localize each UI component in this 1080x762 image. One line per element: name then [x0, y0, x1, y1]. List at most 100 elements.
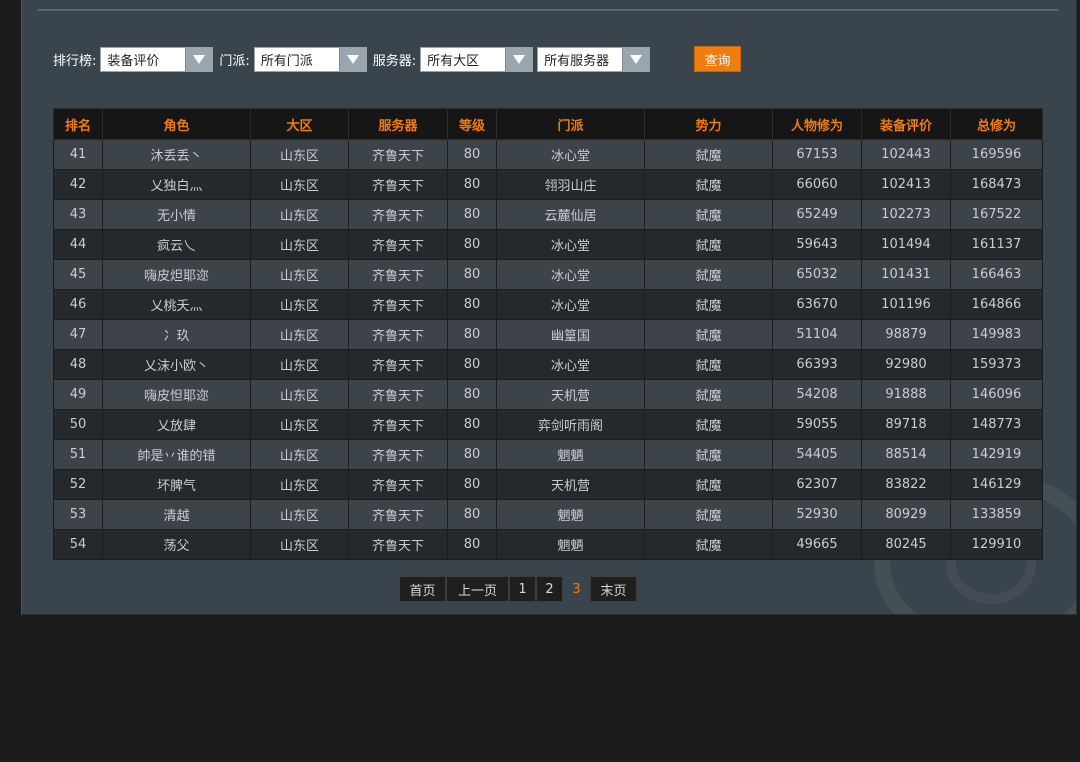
- equipment-score-cell: 91888: [861, 379, 951, 410]
- table-row: 48 乂沫小欧丶 山东区 齐鲁天下 80 冰心堂 弑魔 66393 92980 159373: [53, 349, 1043, 380]
- chevron-down-icon[interactable]: [338, 48, 366, 71]
- sect-cell: 冰心堂: [496, 289, 645, 320]
- level-cell: 80: [447, 319, 497, 350]
- sect-cell: 魍魉: [496, 499, 645, 530]
- table-row: 52 坏脾气 山东区 齐鲁天下 80 天机营 弑魔 62307 83822 146129: [53, 469, 1043, 500]
- region-cell: 山东区: [250, 469, 349, 500]
- level-cell: 80: [447, 169, 497, 200]
- ranking-select-value: 装备评价: [107, 54, 160, 69]
- level-cell: 80: [447, 499, 497, 530]
- chevron-down-icon[interactable]: [185, 48, 213, 71]
- level-cell: 80: [447, 349, 497, 380]
- level-cell: 80: [447, 439, 497, 470]
- total-cultivation-cell: 164866: [950, 289, 1043, 320]
- cultivation-cell: 54208: [772, 379, 862, 410]
- region-cell: 山东区: [250, 409, 349, 440]
- faction-cell: 弑魔: [644, 499, 773, 530]
- cultivation-cell: 52930: [772, 499, 862, 530]
- equipment-score-cell: 83822: [861, 469, 951, 500]
- server-cell: 齐鲁天下: [348, 199, 448, 230]
- server-cell: 齐鲁天下: [348, 139, 448, 170]
- equipment-score-cell: 102273: [861, 199, 951, 230]
- region-select-value: 所有大区: [427, 54, 480, 69]
- rank-cell: 44: [53, 229, 103, 260]
- rank-cell: 52: [53, 469, 103, 500]
- filter-bar: 排行榜: 装备评价 门派: 所有门派 服务器: 所有大区 所有服务器: [53, 46, 651, 73]
- equipment-score-cell: 102413: [861, 169, 951, 200]
- server-select-value: 所有服务器: [544, 54, 610, 69]
- server-cell: 齐鲁天下: [348, 169, 448, 200]
- equipment-score-cell: 101494: [861, 229, 951, 260]
- character-cell: 冫玖: [102, 319, 251, 350]
- prev-page-button[interactable]: 上一页: [446, 576, 509, 602]
- region-cell: 山东区: [250, 349, 349, 380]
- equipment-score-cell: 80245: [861, 529, 951, 560]
- server-cell: 齐鲁天下: [348, 259, 448, 290]
- level-cell: 80: [447, 529, 497, 560]
- region-select[interactable]: 所有大区: [420, 47, 534, 72]
- table-row: 54 荡父 山东区 齐鲁天下 80 魍魉 弑魔 49665 80245 129910: [53, 529, 1043, 560]
- ranking-select[interactable]: 装备评价: [100, 47, 214, 72]
- first-page-button[interactable]: 首页: [399, 576, 446, 602]
- rank-cell: 43: [53, 199, 103, 230]
- faction-cell: 弑魔: [644, 139, 773, 170]
- faction-cell: 弑魔: [644, 379, 773, 410]
- rank-cell: 48: [53, 349, 103, 380]
- server-label: 服务器:: [372, 54, 417, 69]
- character-cell: 乂独白灬: [102, 169, 251, 200]
- faction-cell: 弑魔: [644, 229, 773, 260]
- equipment-score-cell: 101431: [861, 259, 951, 290]
- sect-cell: 魍魉: [496, 529, 645, 560]
- server-select[interactable]: 所有服务器: [537, 47, 651, 72]
- col-header-total-cultivation: 总修为: [950, 108, 1043, 140]
- cultivation-cell: 65032: [772, 259, 862, 290]
- rank-cell: 54: [53, 529, 103, 560]
- equipment-score-cell: 98879: [861, 319, 951, 350]
- character-cell: 乂放肆: [102, 409, 251, 440]
- page-3-current: 3: [572, 581, 581, 597]
- total-cultivation-cell: 148773: [950, 409, 1043, 440]
- equipment-score-cell: 88514: [861, 439, 951, 470]
- equipment-score-cell: 102443: [861, 139, 951, 170]
- character-cell: 帥是丷谁的错: [102, 439, 251, 470]
- region-cell: 山东区: [250, 199, 349, 230]
- server-cell: 齐鲁天下: [348, 229, 448, 260]
- sect-label: 门派:: [219, 54, 250, 69]
- page-2-button[interactable]: 2: [536, 576, 563, 602]
- query-button[interactable]: 查询: [694, 46, 741, 72]
- faction-cell: 弑魔: [644, 169, 773, 200]
- faction-cell: 弑魔: [644, 529, 773, 560]
- last-page-button[interactable]: 末页: [590, 576, 637, 602]
- total-cultivation-cell: 161137: [950, 229, 1043, 260]
- col-header-server: 服务器: [348, 108, 448, 140]
- table-row: 43 无小情 山东区 齐鲁天下 80 云麓仙居 弑魔 65249 102273 167522: [53, 199, 1043, 230]
- character-cell: 无小情: [102, 199, 251, 230]
- ranking-table: 排名 角色 大区 服务器 等级 门派 势力 人物修为 装备评价 总修为 41 沐丢…: [53, 108, 1043, 560]
- total-cultivation-cell: 149983: [950, 319, 1043, 350]
- region-cell: 山东区: [250, 259, 349, 290]
- col-header-equipment-score: 装备评价: [861, 108, 951, 140]
- chevron-down-icon[interactable]: [622, 48, 650, 71]
- sect-cell: 幽篁国: [496, 319, 645, 350]
- sect-cell: 冰心堂: [496, 139, 645, 170]
- sect-select[interactable]: 所有门派: [253, 47, 367, 72]
- sect-cell: 冰心堂: [496, 259, 645, 290]
- col-header-cultivation: 人物修为: [772, 108, 862, 140]
- sect-cell: 魍魉: [496, 439, 645, 470]
- table-row: 44 疯云乀 山东区 齐鲁天下 80 冰心堂 弑魔 59643 101494 161137: [53, 229, 1043, 260]
- region-cell: 山东区: [250, 319, 349, 350]
- sect-cell: 冰心堂: [496, 349, 645, 380]
- character-cell: 乂桃夭灬: [102, 289, 251, 320]
- faction-cell: 弑魔: [644, 439, 773, 470]
- cultivation-cell: 62307: [772, 469, 862, 500]
- equipment-score-cell: 101196: [861, 289, 951, 320]
- sect-select-value: 所有门派: [260, 54, 313, 69]
- sect-cell: 弈剑听雨阁: [496, 409, 645, 440]
- character-cell: 沐丢丢丶: [102, 139, 251, 170]
- faction-cell: 弑魔: [644, 469, 773, 500]
- page-1-button[interactable]: 1: [509, 576, 536, 602]
- chevron-down-icon[interactable]: [505, 48, 533, 71]
- ranking-table-body: 41 沐丢丢丶 山东区 齐鲁天下 80 冰心堂 弑魔 67153 102443 169596 42 乂…: [53, 139, 1043, 560]
- table-row: 49 嗨皮怛耶迩 山东区 齐鲁天下 80 天机营 弑魔 54208 91888 146096: [53, 379, 1043, 410]
- region-cell: 山东区: [250, 169, 349, 200]
